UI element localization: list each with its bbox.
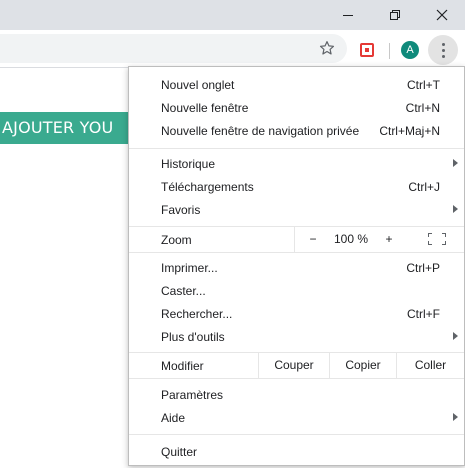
menu-item-label: Paramètres bbox=[161, 387, 224, 402]
title-bar bbox=[0, 0, 465, 30]
menu-item-label: Caster... bbox=[161, 283, 206, 298]
menu-item-label: Rechercher... bbox=[161, 306, 233, 321]
menu-item-incognito[interactable]: Nouvelle fenêtre de navigation privée Ct… bbox=[129, 119, 464, 142]
menu-item-help[interactable]: Aide bbox=[129, 406, 464, 429]
more-vert-icon[interactable] bbox=[428, 35, 458, 65]
menu-item-bookmarks[interactable]: Favoris bbox=[129, 198, 464, 221]
edit-label: Modifier bbox=[161, 359, 204, 373]
menu-item-label: Historique bbox=[161, 156, 216, 171]
menu-item-label: Nouvelle fenêtre bbox=[161, 100, 249, 115]
zoom-level: 100 % bbox=[333, 232, 369, 246]
add-button[interactable]: AJOUTER YOU bbox=[0, 112, 135, 144]
avatar-letter: A bbox=[406, 44, 414, 56]
submenu-arrow-icon bbox=[453, 205, 458, 213]
menu-item-shortcut: Ctrl+F bbox=[407, 306, 440, 321]
star-icon bbox=[319, 41, 335, 55]
menu-item-label: Nouvelle fenêtre de navigation privée bbox=[161, 123, 360, 138]
menu-divider bbox=[129, 148, 464, 149]
cut-button[interactable]: Couper bbox=[258, 353, 329, 378]
menu-item-shortcut: Ctrl+N bbox=[405, 100, 440, 115]
menu-item-shortcut: Ctrl+J bbox=[408, 179, 440, 194]
zoom-controls: − 100 % + bbox=[294, 227, 464, 252]
restore-button[interactable] bbox=[372, 0, 418, 30]
extension-icon bbox=[360, 43, 374, 57]
menu-item-quit[interactable]: Quitter bbox=[129, 440, 464, 463]
submenu-arrow-icon bbox=[453, 413, 458, 421]
menu-item-print[interactable]: Imprimer... Ctrl+P bbox=[129, 256, 464, 279]
menu-item-label: Aide bbox=[161, 410, 186, 425]
menu-item-settings[interactable]: Paramètres bbox=[129, 383, 464, 406]
address-bar[interactable] bbox=[0, 34, 347, 63]
menu-item-label: Favoris bbox=[161, 202, 201, 217]
menu-item-label: Plus d'outils bbox=[161, 329, 225, 344]
profile-avatar[interactable]: A bbox=[401, 41, 419, 59]
menu-item-label: Quitter bbox=[161, 444, 198, 459]
submenu-arrow-icon bbox=[453, 332, 458, 340]
add-button-label: AJOUTER YOU bbox=[2, 118, 114, 137]
menu-divider bbox=[129, 378, 464, 379]
menu-item-shortcut: Ctrl+P bbox=[406, 260, 440, 275]
toolbar-separator bbox=[389, 43, 390, 59]
copy-button[interactable]: Copier bbox=[329, 353, 396, 378]
paste-button[interactable]: Coller bbox=[396, 353, 464, 378]
menu-item-history[interactable]: Historique bbox=[129, 152, 464, 175]
zoom-label: Zoom bbox=[161, 233, 192, 247]
menu-item-label: Téléchargements bbox=[161, 179, 254, 194]
menu-item-downloads[interactable]: Téléchargements Ctrl+J bbox=[129, 175, 464, 198]
extension-button[interactable] bbox=[358, 41, 376, 59]
fullscreen-icon[interactable] bbox=[427, 229, 447, 249]
menu-divider bbox=[129, 252, 464, 253]
minimize-icon bbox=[343, 14, 353, 16]
browser-toolbar: A bbox=[0, 30, 465, 68]
menu-item-shortcut: Ctrl+T bbox=[407, 77, 440, 92]
zoom-in-button[interactable]: + bbox=[381, 227, 397, 252]
close-icon bbox=[436, 9, 448, 21]
menu-item-label: Imprimer... bbox=[161, 260, 218, 275]
submenu-arrow-icon bbox=[453, 159, 458, 167]
menu-item-cast[interactable]: Caster... bbox=[129, 279, 464, 302]
minimize-button[interactable] bbox=[325, 0, 371, 30]
restore-icon bbox=[390, 10, 400, 20]
menu-item-new-tab[interactable]: Nouvel onglet Ctrl+T bbox=[129, 73, 464, 96]
menu-item-shortcut: Ctrl+Maj+N bbox=[379, 123, 440, 138]
menu-item-find[interactable]: Rechercher... Ctrl+F bbox=[129, 302, 464, 325]
zoom-out-button[interactable]: − bbox=[305, 227, 321, 252]
chrome-menu: Nouvel onglet Ctrl+T Nouvelle fenêtre Ct… bbox=[128, 66, 465, 466]
menu-item-more-tools[interactable]: Plus d'outils bbox=[129, 325, 464, 348]
menu-item-new-window[interactable]: Nouvelle fenêtre Ctrl+N bbox=[129, 96, 464, 119]
menu-item-label: Nouvel onglet bbox=[161, 77, 235, 92]
menu-row-zoom: Zoom − 100 % + bbox=[129, 227, 464, 252]
menu-divider bbox=[129, 434, 464, 435]
menu-row-edit: Modifier Couper Copier Coller bbox=[129, 353, 464, 378]
bookmark-star-button[interactable] bbox=[316, 37, 338, 59]
close-button[interactable] bbox=[419, 0, 465, 30]
